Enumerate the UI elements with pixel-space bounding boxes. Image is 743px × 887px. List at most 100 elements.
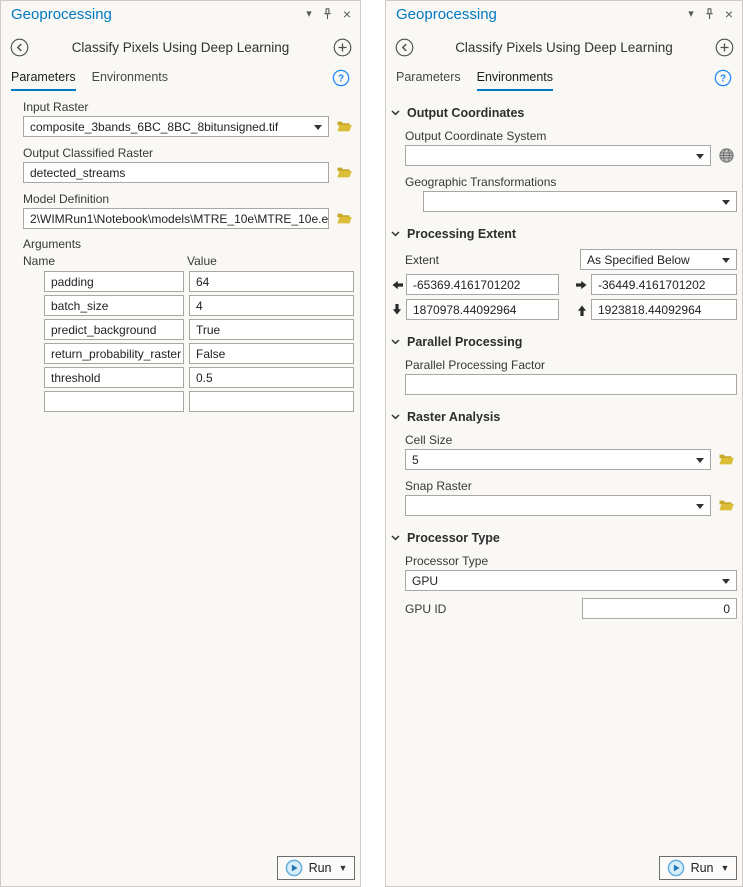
- run-play-icon: [285, 859, 303, 877]
- run-dropdown-caret-icon[interactable]: ▼: [339, 863, 348, 873]
- gpu-id-label: GPU ID: [405, 602, 446, 616]
- extent-ymax-value: 1923818.44092964: [598, 303, 701, 317]
- add-to-project-button[interactable]: [714, 37, 734, 57]
- argument-value-cell[interactable]: [189, 391, 354, 412]
- parallel-processing-factor-input[interactable]: [405, 374, 737, 395]
- browse-folder-icon[interactable]: [716, 496, 737, 515]
- section-parallel-processing[interactable]: Parallel Processing: [391, 335, 737, 349]
- back-button[interactable]: [394, 37, 414, 57]
- browse-folder-icon[interactable]: [334, 117, 355, 136]
- argument-value-cell[interactable]: 64: [189, 271, 354, 292]
- arrow-up-icon: [577, 304, 587, 316]
- arrow-left-icon: [391, 280, 403, 290]
- output-coordinate-system-label: Output Coordinate System: [405, 129, 737, 143]
- argument-name-cell[interactable]: return_probability_raster: [44, 343, 184, 364]
- run-button-label: Run: [691, 861, 714, 875]
- section-processor-type[interactable]: Processor Type: [391, 531, 737, 545]
- dock-caret-icon[interactable]: ▾: [688, 9, 694, 20]
- tab-environments[interactable]: Environments: [92, 70, 168, 91]
- output-classified-raster-input[interactable]: detected_streams: [23, 162, 329, 183]
- extent-x-row: -65369.4161701202 -36449.4161701202: [391, 274, 737, 295]
- argument-row: padding 64: [44, 271, 355, 292]
- globe-icon[interactable]: [716, 146, 737, 165]
- help-icon[interactable]: ?: [332, 69, 350, 87]
- section-raster-analysis[interactable]: Raster Analysis: [391, 410, 737, 424]
- run-button[interactable]: Run ▼: [659, 856, 737, 880]
- close-icon[interactable]: ×: [343, 9, 351, 20]
- extent-ymax-input[interactable]: 1923818.44092964: [591, 299, 737, 320]
- arrow-right-icon: [576, 280, 588, 290]
- browse-folder-icon[interactable]: [334, 209, 355, 228]
- chevron-down-icon: [391, 339, 400, 345]
- environments-form: Output Coordinates Output Coordinate Sys…: [386, 106, 742, 619]
- argument-name-cell[interactable]: batch_size: [44, 295, 184, 316]
- run-dropdown-caret-icon[interactable]: ▼: [721, 863, 730, 873]
- tab-parameters[interactable]: Parameters: [11, 70, 76, 91]
- processor-type-combo[interactable]: GPU: [405, 570, 737, 591]
- argument-value-cell[interactable]: 0.5: [189, 367, 354, 388]
- chevron-down-icon: [391, 231, 400, 237]
- extent-xmax-input[interactable]: -36449.4161701202: [591, 274, 737, 295]
- output-coordinate-system-combo[interactable]: [405, 145, 711, 166]
- model-definition-input[interactable]: 2\WIMRun1\Notebook\models\MTRE_10e\MTRE_…: [23, 208, 329, 229]
- tab-parameters[interactable]: Parameters: [396, 70, 461, 91]
- extent-xmin-input[interactable]: -65369.4161701202: [406, 274, 559, 295]
- argument-row: predict_background True: [44, 319, 355, 340]
- section-output-coordinates[interactable]: Output Coordinates: [391, 106, 737, 120]
- pane-title-bar: Geoprocessing ▾ ×: [1, 1, 360, 29]
- model-definition-value: 2\WIMRun1\Notebook\models\MTRE_10e\MTRE_…: [30, 212, 329, 226]
- extent-label: Extent: [405, 253, 580, 267]
- argument-name-cell[interactable]: [44, 391, 184, 412]
- tool-title: Classify Pixels Using Deep Learning: [414, 40, 714, 55]
- argument-row-empty: [44, 391, 355, 412]
- parallel-processing-factor-label: Parallel Processing Factor: [405, 358, 737, 372]
- processor-type-value: GPU: [412, 574, 438, 588]
- argument-name-cell[interactable]: threshold: [44, 367, 184, 388]
- gpu-id-input[interactable]: 0: [582, 598, 737, 619]
- argument-name-cell[interactable]: predict_background: [44, 319, 184, 340]
- extent-ymin-input[interactable]: 1870978.44092964: [406, 299, 559, 320]
- argument-value-cell[interactable]: False: [189, 343, 354, 364]
- pin-icon[interactable]: [705, 8, 714, 20]
- output-classified-raster-label: Output Classified Raster: [23, 146, 355, 160]
- extent-ymin-value: 1870978.44092964: [413, 303, 516, 317]
- argument-name-cell[interactable]: padding: [44, 271, 184, 292]
- tab-bar: Parameters Environments ?: [11, 70, 350, 91]
- cell-size-combo[interactable]: 5: [405, 449, 711, 470]
- extent-y-row: 1870978.44092964 1923818.44092964: [391, 299, 737, 320]
- pin-icon[interactable]: [323, 8, 332, 20]
- argument-value-cell[interactable]: 4: [189, 295, 354, 316]
- add-to-project-button[interactable]: [332, 37, 352, 57]
- argument-row: batch_size 4: [44, 295, 355, 316]
- pane-title: Geoprocessing: [396, 6, 497, 23]
- arguments-name-header: Name: [23, 254, 187, 268]
- pane-title: Geoprocessing: [11, 6, 112, 23]
- gpu-id-value: 0: [723, 602, 730, 616]
- input-raster-label: Input Raster: [23, 100, 355, 114]
- run-button[interactable]: Run ▼: [277, 856, 355, 880]
- argument-value-cell[interactable]: True: [189, 319, 354, 340]
- help-icon[interactable]: ?: [714, 69, 732, 87]
- browse-folder-icon[interactable]: [334, 163, 355, 182]
- geographic-transformations-combo[interactable]: [423, 191, 737, 212]
- model-definition-label: Model Definition: [23, 192, 355, 206]
- cell-size-label: Cell Size: [405, 433, 737, 447]
- extent-mode-value: As Specified Below: [587, 253, 690, 267]
- input-raster-combo[interactable]: composite_3bands_6BC_8BC_8bitunsigned.ti…: [23, 116, 329, 137]
- snap-raster-combo[interactable]: [405, 495, 711, 516]
- close-icon[interactable]: ×: [725, 9, 733, 20]
- dock-caret-icon[interactable]: ▾: [306, 9, 312, 20]
- browse-folder-icon[interactable]: [716, 450, 737, 469]
- back-button[interactable]: [9, 37, 29, 57]
- section-processing-extent[interactable]: Processing Extent: [391, 227, 737, 241]
- tool-header: Classify Pixels Using Deep Learning: [394, 37, 734, 57]
- extent-xmin-value: -65369.4161701202: [413, 278, 520, 292]
- cell-size-value: 5: [412, 453, 419, 467]
- arguments-value-header: Value: [187, 254, 355, 268]
- geoprocessing-pane-parameters: Geoprocessing ▾ × Classify Pixels Using …: [0, 0, 361, 887]
- arguments-label: Arguments: [23, 237, 355, 251]
- extent-mode-combo[interactable]: As Specified Below: [580, 249, 737, 270]
- tab-environments[interactable]: Environments: [477, 70, 553, 91]
- chevron-down-icon: [391, 414, 400, 420]
- pane-title-bar: Geoprocessing ▾ ×: [386, 1, 742, 29]
